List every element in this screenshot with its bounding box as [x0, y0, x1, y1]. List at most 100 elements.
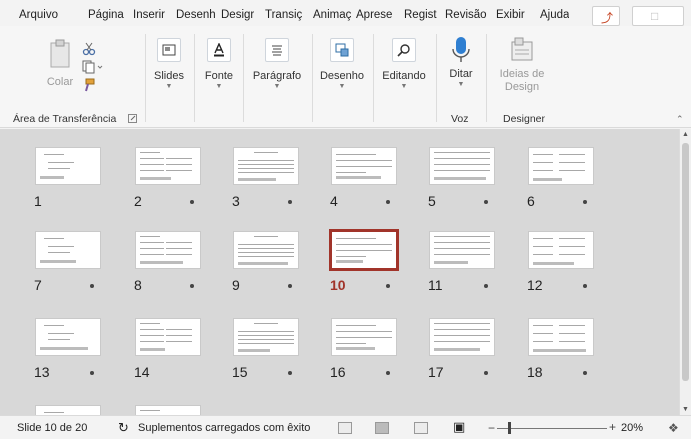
slide-thumbnail[interactable] — [136, 232, 200, 268]
slideshow-icon[interactable]: ▣ — [453, 419, 465, 435]
tab-apresentacao[interactable]: Aprese — [356, 9, 392, 21]
dictate-label: Ditar — [449, 68, 473, 80]
transition-icon[interactable] — [583, 371, 587, 375]
transition-icon[interactable] — [484, 284, 488, 288]
share-icon: ⤴ — [601, 11, 614, 25]
zoom-out-button[interactable]: − — [488, 421, 495, 435]
font-button[interactable]: Fonte ▼ — [198, 38, 240, 90]
slide-thumbnail[interactable] — [36, 148, 100, 184]
slide-thumbnail[interactable] — [234, 319, 298, 355]
chevron-down-icon: ▼ — [400, 83, 408, 90]
slide-number: 13 — [34, 364, 50, 380]
transition-icon[interactable] — [386, 371, 390, 375]
transition-icon[interactable] — [386, 200, 390, 204]
slide-thumbnail[interactable] — [430, 319, 494, 355]
tab-pagina[interactable]: Página — [88, 9, 128, 21]
transition-icon[interactable] — [288, 371, 292, 375]
transition-icon[interactable] — [484, 200, 488, 204]
paste-label: Colar — [46, 76, 74, 88]
scroll-down-icon[interactable]: ▼ — [682, 406, 689, 413]
slide-thumbnail[interactable] — [234, 148, 298, 184]
share-button[interactable]: ⤴ — [592, 6, 620, 26]
slide-number: 4 — [330, 193, 338, 209]
tab-arquivo[interactable]: Arquivo — [19, 9, 58, 21]
transition-icon[interactable] — [583, 284, 587, 288]
slide-thumbnail[interactable] — [234, 232, 298, 268]
reading-view-button[interactable] — [414, 422, 428, 434]
divider — [145, 34, 146, 122]
slide-thumbnail[interactable] — [430, 148, 494, 184]
chevron-down-icon: ▼ — [338, 83, 346, 90]
slide-thumbnail[interactable] — [36, 232, 100, 268]
font-label: Fonte — [204, 70, 234, 82]
tab-desenhar[interactable]: Desenh — [176, 9, 216, 21]
divider — [312, 34, 313, 122]
slide-number: 1 — [34, 193, 42, 209]
slide-thumbnail[interactable] — [136, 148, 200, 184]
slide-thumbnail[interactable] — [529, 319, 593, 355]
comment-icon: □ — [651, 9, 659, 23]
slide-thumbnail[interactable] — [529, 232, 593, 268]
slide-thumbnail[interactable] — [332, 319, 396, 355]
tab-transicoes[interactable]: Transiç — [265, 9, 302, 21]
transition-icon[interactable] — [288, 200, 292, 204]
scroll-up-icon[interactable]: ▲ — [682, 131, 689, 138]
transition-icon[interactable] — [190, 200, 194, 204]
tab-ajuda[interactable]: Ajuda — [540, 9, 569, 21]
comment-button[interactable]: □ — [632, 6, 684, 26]
divider — [373, 34, 374, 122]
tab-revisao[interactable]: Revisão — [445, 9, 487, 21]
chevron-down-icon: ▼ — [273, 83, 281, 90]
collapse-ribbon-icon[interactable]: ⌃ — [676, 114, 684, 125]
paragraph-button[interactable]: Parágrafo ▼ — [246, 38, 308, 90]
tab-animacoes[interactable]: Animaç — [313, 9, 351, 21]
format-painter-icon[interactable] — [82, 78, 96, 95]
drawing-button[interactable]: Desenho ▼ — [314, 38, 370, 90]
normal-view-button[interactable] — [338, 422, 352, 434]
copy-icon[interactable] — [82, 60, 104, 77]
zoom-in-button[interactable]: + — [609, 420, 616, 434]
slide-number: 8 — [134, 277, 142, 293]
slide-thumbnail[interactable] — [36, 406, 100, 415]
slides-button[interactable]: Slides ▼ — [148, 38, 190, 90]
dictate-button[interactable]: Ditar ▼ — [441, 36, 481, 88]
transition-icon[interactable] — [386, 284, 390, 288]
slide-sorter-view-button[interactable] — [375, 422, 389, 434]
dialog-launcher-icon[interactable] — [128, 114, 137, 126]
slide-thumbnail[interactable] — [136, 406, 200, 415]
tab-exibir[interactable]: Exibir — [496, 9, 525, 21]
slide-thumbnail[interactable] — [136, 319, 200, 355]
slides-icon — [157, 38, 181, 62]
tab-revisao-registro[interactable]: Regist — [404, 9, 437, 21]
zoom-slider-thumb[interactable] — [508, 422, 511, 434]
transition-icon[interactable] — [90, 284, 94, 288]
slide-thumbnail[interactable] — [332, 232, 396, 268]
zoom-level[interactable]: 20% — [621, 422, 643, 434]
fit-to-window-icon[interactable]: ❖ — [668, 421, 679, 435]
shapes-icon — [330, 38, 354, 62]
transition-icon[interactable] — [90, 371, 94, 375]
tab-design[interactable]: Desigr — [221, 9, 254, 21]
transition-icon[interactable] — [190, 284, 194, 288]
slide-counter: Slide 10 de 20 — [17, 422, 88, 434]
slide-number: 10 — [330, 277, 346, 293]
scroll-thumb[interactable] — [682, 143, 689, 381]
cut-icon[interactable] — [82, 42, 96, 59]
transition-icon[interactable] — [288, 284, 292, 288]
vertical-scrollbar[interactable]: ▲ ▼ — [679, 129, 691, 415]
slide-thumbnail[interactable] — [529, 148, 593, 184]
editing-button[interactable]: Editando ▼ — [376, 38, 432, 90]
designer-button[interactable]: Ideias de Design — [492, 36, 552, 94]
transition-icon[interactable] — [484, 371, 488, 375]
slide-number: 18 — [527, 364, 543, 380]
ribbon-tabs: Arquivo Página Inserir Desenh Desigr Tra… — [0, 0, 691, 26]
chevron-down-icon: ▼ — [457, 81, 465, 88]
slide-thumbnail[interactable] — [332, 148, 396, 184]
tab-inserir[interactable]: Inserir — [133, 9, 165, 21]
slide-thumbnail[interactable] — [36, 319, 100, 355]
slide-thumbnail[interactable] — [430, 232, 494, 268]
divider — [486, 34, 487, 122]
zoom-slider[interactable] — [497, 428, 607, 429]
paste-button[interactable]: Colar — [40, 38, 80, 88]
transition-icon[interactable] — [583, 200, 587, 204]
